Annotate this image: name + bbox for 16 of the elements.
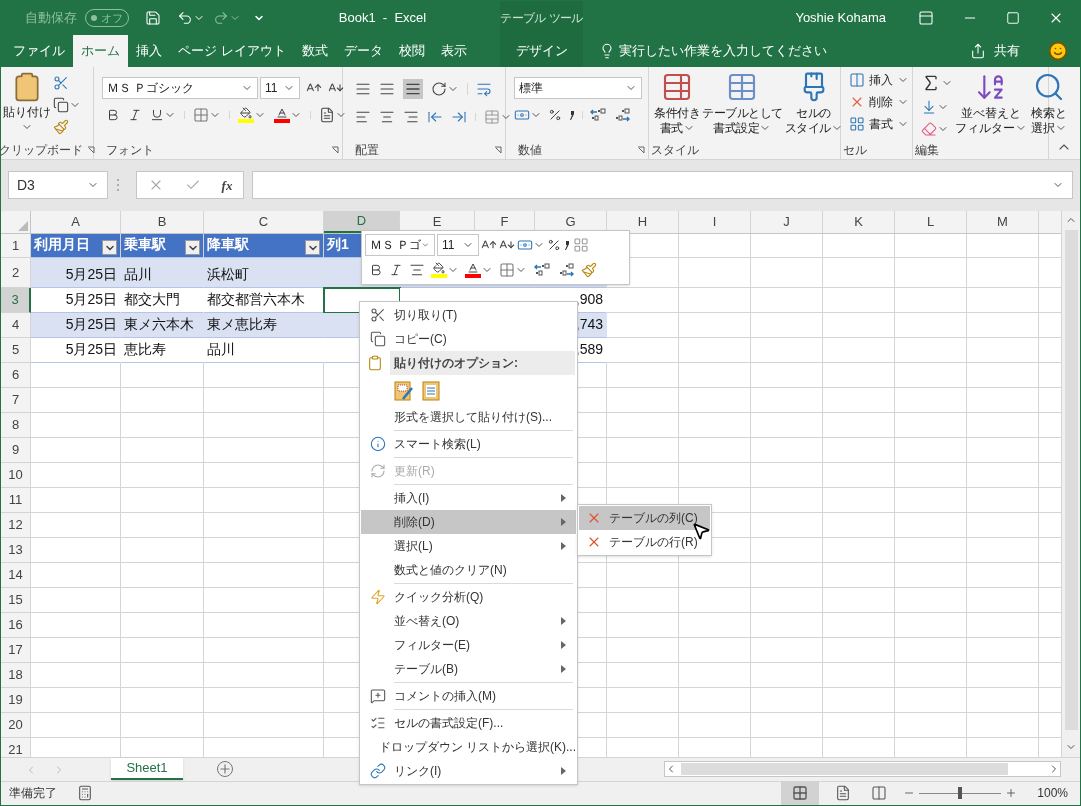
column-title: 乗車駅: [124, 235, 166, 255]
group-label: セル: [843, 141, 867, 159]
user-name: Yoshie Kohama: [795, 9, 886, 28]
group-label: 編集: [915, 141, 939, 159]
group-label: 数値: [518, 141, 542, 159]
group-label: フォント: [106, 141, 154, 159]
contextual-tab-header: テーブル ツール: [500, 1, 583, 35]
autosave-label: 自動保存: [25, 9, 77, 28]
column-title: 降車駅: [207, 235, 249, 255]
column-title: 列1: [327, 235, 349, 255]
window-title: Book1 - Excel: [338, 9, 427, 28]
group-label: 配置: [355, 141, 379, 159]
group-label: スタイル: [651, 141, 699, 159]
menu-section-header: 貼り付けのオプション:: [390, 351, 575, 375]
status-text: 準備完了: [9, 785, 57, 803]
column-title: 利用月日: [34, 235, 90, 255]
